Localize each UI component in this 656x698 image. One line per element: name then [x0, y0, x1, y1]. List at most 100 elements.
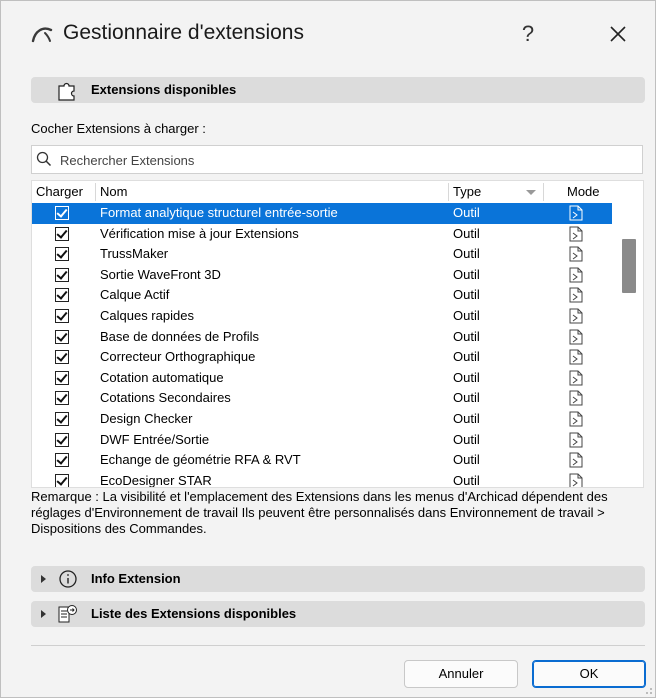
extension-name: Calques rapides [100, 307, 194, 323]
document-arrow-icon [569, 390, 583, 406]
document-arrow-icon [569, 432, 583, 448]
extension-name: EcoDesigner STAR [100, 472, 212, 488]
load-checkbox[interactable] [55, 432, 69, 447]
extension-type: Outil [453, 328, 480, 344]
extension-type: Outil [453, 410, 480, 426]
extension-type: Outil [453, 431, 480, 447]
extension-name: Sortie WaveFront 3D [100, 266, 221, 282]
load-checkbox[interactable] [55, 350, 69, 365]
sort-arrow-icon[interactable] [526, 190, 536, 195]
puzzle-piece-icon [58, 82, 75, 101]
load-checkbox[interactable] [55, 329, 69, 344]
extension-name: Vérification mise à jour Extensions [100, 225, 299, 241]
load-checkbox[interactable] [55, 411, 69, 426]
document-arrow-icon [569, 226, 583, 242]
document-arrow-icon [569, 267, 583, 283]
archicad-logo-icon [31, 27, 53, 43]
table-row[interactable]: Design Checker Outil [32, 409, 612, 430]
table-row[interactable]: Base de données de Profils Outil [32, 327, 612, 348]
cancel-button[interactable]: Annuler [404, 660, 518, 688]
scrollbar-thumb[interactable] [622, 239, 636, 293]
load-checkbox[interactable] [55, 288, 69, 303]
document-arrow-icon [569, 246, 583, 262]
extension-name: Base de données de Profils [100, 328, 259, 344]
extension-type: Outil [453, 225, 480, 241]
document-arrow-icon [569, 308, 583, 324]
extension-name: Cotations Secondaires [100, 390, 231, 406]
table-row[interactable]: Correcteur Orthographique Outil [32, 347, 612, 368]
extension-name: Calque Actif [100, 287, 170, 303]
extension-type: Outil [453, 205, 480, 220]
extension-list-expander[interactable]: Liste des Extensions disponibles [31, 601, 645, 627]
export-list-icon [58, 605, 77, 623]
column-header-type[interactable]: Type [453, 184, 481, 199]
window-title: Gestionnaire d'extensions [63, 21, 304, 44]
load-checkbox[interactable] [55, 308, 69, 323]
search-box[interactable] [31, 145, 643, 174]
document-arrow-icon [569, 287, 583, 303]
load-checkbox[interactable] [55, 226, 69, 241]
document-arrow-icon [569, 370, 583, 386]
table-row[interactable]: Format analytique structurel entrée-sort… [32, 203, 612, 224]
table-body: Format analytique structurel entrée-sort… [32, 203, 612, 487]
extension-name: Cotation automatique [100, 369, 224, 385]
document-arrow-icon [569, 452, 583, 468]
extension-list-label: Liste des Extensions disponibles [91, 606, 297, 621]
extension-type: Outil [453, 287, 480, 303]
load-checkbox[interactable] [55, 370, 69, 385]
expand-triangle-icon[interactable] [41, 610, 46, 618]
table-header: Charger Nom Type Mode [32, 181, 643, 203]
extensions-table: Charger Nom Type Mode Format analytique … [31, 180, 644, 488]
extension-manager-dialog: Gestionnaire d'extensions ? Extensions d… [0, 0, 656, 698]
document-arrow-icon [569, 473, 583, 487]
extension-type: Outil [453, 390, 480, 406]
info-extension-expander[interactable]: Info Extension [31, 566, 645, 592]
load-checkbox[interactable] [55, 473, 69, 487]
extension-type: Outil [453, 472, 480, 488]
help-button[interactable]: ? [513, 19, 543, 49]
close-icon[interactable] [601, 17, 635, 51]
load-checkbox[interactable] [55, 391, 69, 406]
load-prompt: Cocher Extensions à charger : [31, 121, 206, 136]
table-row[interactable]: Calques rapides Outil [32, 306, 612, 327]
load-checkbox[interactable] [55, 453, 69, 468]
search-input[interactable] [58, 149, 632, 171]
extension-name: DWF Entrée/Sortie [100, 431, 210, 447]
extension-type: Outil [453, 369, 480, 385]
title-bar[interactable]: Gestionnaire d'extensions ? [1, 1, 655, 71]
table-row[interactable]: Calque Actif Outil [32, 285, 612, 306]
column-header-mode[interactable]: Mode [567, 184, 600, 199]
resize-grip-icon[interactable] [641, 683, 653, 695]
load-checkbox[interactable] [55, 206, 69, 220]
document-arrow-icon [569, 349, 583, 365]
table-row[interactable]: Cotation automatique Outil [32, 368, 612, 389]
load-checkbox[interactable] [55, 267, 69, 282]
table-row[interactable]: EcoDesigner STAR Outil [32, 471, 612, 488]
extension-type: Outil [453, 246, 480, 262]
table-row[interactable]: DWF Entrée/Sortie Outil [32, 430, 612, 451]
table-row[interactable]: Echange de géométrie RFA & RVT Outil [32, 450, 612, 471]
table-row[interactable]: TrussMaker Outil [32, 244, 612, 265]
search-icon [36, 151, 52, 167]
table-row[interactable]: Vérification mise à jour Extensions Outi… [32, 224, 612, 245]
available-extensions-header: Extensions disponibles [31, 77, 645, 103]
divider [31, 645, 645, 646]
available-extensions-label: Extensions disponibles [91, 82, 237, 97]
extension-name: TrussMaker [100, 246, 169, 262]
extension-type: Outil [453, 266, 480, 282]
info-extension-label: Info Extension [91, 571, 181, 586]
column-header-load[interactable]: Charger [36, 184, 83, 199]
document-arrow-icon [569, 205, 583, 221]
table-row[interactable]: Sortie WaveFront 3D Outil [32, 265, 612, 286]
document-arrow-icon [569, 411, 583, 427]
expand-triangle-icon[interactable] [41, 575, 46, 583]
load-checkbox[interactable] [55, 247, 69, 262]
table-row[interactable]: Cotations Secondaires Outil [32, 388, 612, 409]
extension-name: Format analytique structurel entrée-sort… [100, 205, 338, 220]
remark-text: Remarque : La visibilité et l'emplacemen… [31, 489, 608, 536]
document-arrow-icon [569, 329, 583, 345]
ok-button[interactable]: OK [532, 660, 646, 688]
extension-name: Design Checker [100, 410, 193, 426]
column-header-name[interactable]: Nom [100, 184, 127, 199]
extension-type: Outil [453, 307, 480, 323]
